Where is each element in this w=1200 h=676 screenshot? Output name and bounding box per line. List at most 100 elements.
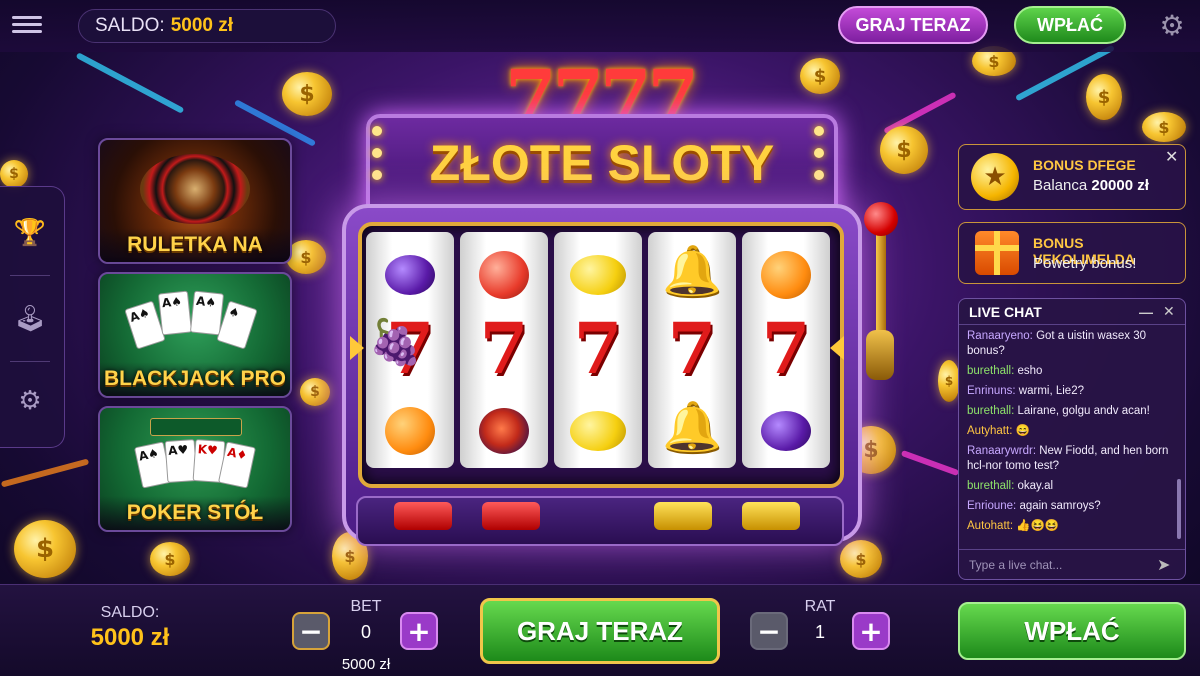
balance-label: SALDO: <box>100 604 160 621</box>
machine-marquee: ZŁOTE SLOTY <box>366 114 838 218</box>
game-card-label: POKER STÓŁ <box>100 496 290 530</box>
bonus-amount: 20000 zł <box>1091 177 1149 194</box>
rat-decrease-button[interactable]: − <box>750 612 788 650</box>
bulb-decoration <box>372 148 382 158</box>
game-card-poker[interactable]: A♠ A♥ K♥ A♦ POKER STÓŁ <box>98 406 292 532</box>
spin-lever[interactable] <box>864 202 898 236</box>
live-chat-panel: LIVE CHAT — ✕ Ranaaryeno: Got a uistin w… <box>958 298 1186 580</box>
chat-username[interactable]: Enrinuns: <box>967 385 1016 397</box>
game-card-blackjack[interactable]: A♠ A♠ A♠ ♠ BLACKJACK PRO <box>98 272 292 398</box>
lemon-icon <box>554 388 642 466</box>
bonus-card-gift[interactable]: BONUS VEKOLIMELDA Powetry bonus! <box>958 222 1186 284</box>
chat-username[interactable]: burethall: <box>967 365 1014 377</box>
roulette-icon <box>140 154 250 224</box>
chat-username[interactable]: Ranaarywrdr: <box>967 445 1036 457</box>
hamburger-icon[interactable] <box>12 12 42 38</box>
machine-button-red[interactable] <box>394 502 452 530</box>
chat-text: Lairane, golgu andv acan! <box>1017 405 1150 417</box>
coin-decoration: $ <box>938 360 960 402</box>
send-icon[interactable]: ➤ <box>1157 550 1170 579</box>
deposit-button[interactable]: WPŁAĆ <box>958 602 1186 660</box>
lemon-icon <box>554 232 642 310</box>
rat-label: RAT <box>804 598 836 615</box>
divider <box>10 361 50 362</box>
chat-text: warmi, Ŀie2? <box>1018 385 1084 397</box>
rat-value[interactable]: 1 <box>800 622 840 643</box>
balance-value: 5000 zł <box>170 15 234 36</box>
chat-input[interactable]: Type a live chat... ➤ <box>959 549 1185 579</box>
bet-value[interactable]: 0 <box>346 622 386 643</box>
close-icon[interactable]: ✕ <box>1163 299 1175 325</box>
bet-decrease-button[interactable]: − <box>292 612 330 650</box>
coin-decoration: $ <box>150 542 190 576</box>
coin-decoration: $ <box>800 58 840 94</box>
balance-label: SALDO: <box>95 15 165 36</box>
machine-button-red[interactable] <box>482 502 540 530</box>
chat-title: LIVE CHAT <box>969 304 1042 320</box>
payline-arrow-right <box>830 336 844 360</box>
slot-reel: 7 <box>742 232 830 468</box>
poker-table-icon <box>150 418 242 436</box>
bet-amount: 5000 zł <box>341 656 391 673</box>
lever-base <box>866 330 894 380</box>
balance-value: 5000 zł <box>90 624 170 651</box>
game-card-roulette[interactable]: RULETKA NA ŻYWO <box>98 138 292 264</box>
fig-icon <box>460 388 548 466</box>
slot-reel: 🔔 7 🔔 <box>648 232 736 468</box>
chat-input-placeholder: Type a live chat... <box>969 558 1063 572</box>
payline-arrow-left <box>350 336 364 360</box>
machine-button-yellow[interactable] <box>742 502 800 530</box>
deposit-button-top[interactable]: WPŁAĆ <box>1014 6 1126 44</box>
seven-icon: 7 <box>667 307 717 390</box>
chat-messages: Ranaaryeno: Got a uistin wasex 30 bonus?… <box>967 329 1169 539</box>
chat-text: again samroys? <box>1019 500 1101 512</box>
grapes-icon: 🍇 <box>368 318 423 367</box>
minimize-icon[interactable]: — <box>1139 299 1153 325</box>
play-now-button-top[interactable]: GRAJ TERAZ <box>838 6 988 44</box>
bet-increase-button[interactable]: + <box>400 612 438 650</box>
balance-display: SALDO: 5000 zł <box>78 9 336 43</box>
joystick-icon[interactable]: 🕹 <box>10 299 50 339</box>
light-streak <box>900 449 960 477</box>
chat-message: Autyhatt: 😄 <box>967 424 1169 439</box>
coin-decoration: $ <box>0 160 28 188</box>
chat-username[interactable]: Enrioune: <box>967 500 1016 512</box>
coin-decoration: $ <box>1142 112 1186 142</box>
gift-icon <box>975 231 1019 275</box>
machine-button-yellow[interactable] <box>654 502 712 530</box>
bulb-decoration <box>372 126 382 136</box>
bulb-decoration <box>372 170 382 180</box>
play-now-button[interactable]: GRAJ TERAZ <box>480 598 720 664</box>
bulb-decoration <box>814 148 824 158</box>
peach-icon <box>460 232 548 310</box>
gear-icon[interactable]: ⚙ <box>1156 10 1188 42</box>
light-streak <box>0 458 90 488</box>
chat-message: Autohatt: 👍😆😆 <box>967 519 1169 534</box>
bonus-card-balance[interactable]: ★ BONUS DFEGE Balanca 20000 zł ✕ <box>958 144 1186 210</box>
coin-decoration: $ <box>880 126 928 174</box>
coin-decoration: $ <box>840 540 882 578</box>
side-rail: 🏆 🕹 ⚙ <box>0 186 65 448</box>
top-bar: SALDO: 5000 zł GRAJ TERAZ WPŁAĆ ⚙ <box>0 0 1200 52</box>
trophy-icon[interactable]: 🏆 <box>10 213 50 253</box>
chat-scrollbar[interactable] <box>1177 479 1181 539</box>
chat-message: burethall: Lairane, golgu andv acan! <box>967 404 1169 419</box>
rat-increase-button[interactable]: + <box>852 612 890 650</box>
bonus-subtitle: Powetry bonus! <box>1033 255 1137 272</box>
chat-text: okay.al <box>1017 480 1054 492</box>
chat-username[interactable]: Autyhatt: <box>967 425 1012 437</box>
chat-username[interactable]: burethall: <box>967 405 1014 417</box>
chat-username[interactable]: Ranaaryeno: <box>967 330 1033 342</box>
seven-icon: 7 <box>573 307 623 390</box>
coin-decoration: $ <box>300 378 330 406</box>
divider <box>10 275 50 276</box>
close-icon[interactable]: ✕ <box>1165 147 1178 166</box>
game-card-label: BLACKJACK PRO <box>100 362 290 396</box>
bell-icon: 🔔 <box>662 243 722 299</box>
chat-message: Ranaaryeno: Got a uistin wasex 30 bonus? <box>967 329 1169 359</box>
gear-icon[interactable]: ⚙ <box>10 381 50 421</box>
light-streak <box>75 52 185 114</box>
chat-username[interactable]: Autohatt: <box>967 520 1013 532</box>
star-coin-icon: ★ <box>971 153 1019 201</box>
chat-username[interactable]: burethall: <box>967 480 1014 492</box>
